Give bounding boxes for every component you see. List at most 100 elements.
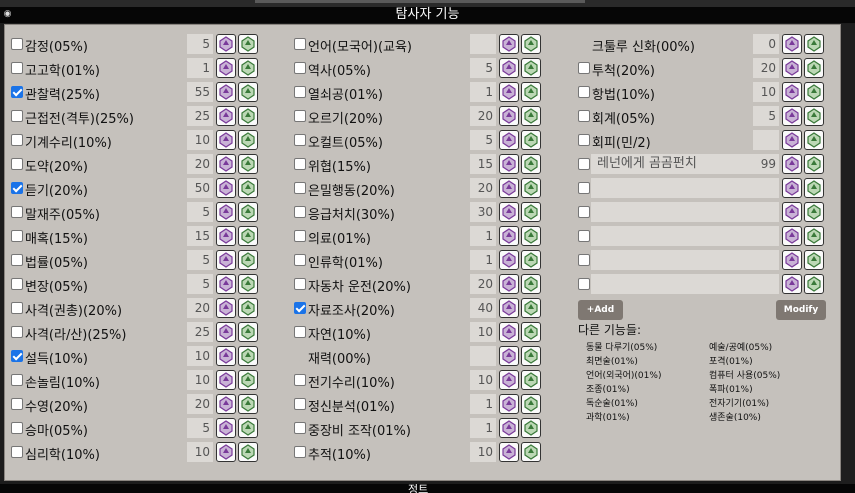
roll-die-purple-icon[interactable] <box>499 274 519 294</box>
skill-value[interactable]: 10 <box>187 130 213 150</box>
skill-checkbox[interactable] <box>294 110 306 122</box>
eye-icon[interactable]: ◉ <box>2 9 13 20</box>
roll-die-purple-icon[interactable] <box>499 82 519 102</box>
skill-checkbox[interactable] <box>294 38 306 50</box>
skill-value[interactable]: 10 <box>470 322 496 342</box>
skill-checkbox[interactable] <box>294 446 306 458</box>
roll-die-green-icon[interactable] <box>238 34 258 54</box>
custom-skill-checkbox[interactable] <box>578 206 590 218</box>
roll-die-green-icon[interactable] <box>521 442 541 462</box>
roll-die-purple-icon[interactable] <box>782 226 802 246</box>
roll-die-purple-icon[interactable] <box>782 178 802 198</box>
roll-die-green-icon[interactable] <box>521 370 541 390</box>
roll-die-purple-icon[interactable] <box>216 178 236 198</box>
skill-value[interactable]: 5 <box>470 58 496 78</box>
roll-die-green-icon[interactable] <box>238 274 258 294</box>
skill-checkbox[interactable] <box>11 446 23 458</box>
skill-value[interactable]: 10 <box>187 346 213 366</box>
custom-skill-value[interactable]: 99 <box>753 154 779 174</box>
skill-value[interactable]: 0 <box>753 34 779 54</box>
roll-die-purple-icon[interactable] <box>216 346 236 366</box>
skill-checkbox[interactable] <box>11 350 23 362</box>
skill-value[interactable]: 25 <box>187 106 213 126</box>
roll-die-green-icon[interactable] <box>238 442 258 462</box>
custom-skill-checkbox[interactable] <box>578 254 590 266</box>
skill-value[interactable]: 5 <box>187 274 213 294</box>
add-skill-button[interactable]: +Add <box>578 300 623 320</box>
skill-checkbox[interactable] <box>578 134 590 146</box>
skill-value[interactable]: 20 <box>470 178 496 198</box>
skill-value[interactable]: 5 <box>187 34 213 54</box>
roll-die-green-icon[interactable] <box>238 394 258 414</box>
skill-checkbox[interactable] <box>11 254 23 266</box>
roll-die-purple-icon[interactable] <box>216 106 236 126</box>
roll-die-purple-icon[interactable] <box>782 58 802 78</box>
roll-die-green-icon[interactable] <box>804 250 824 270</box>
roll-die-green-icon[interactable] <box>804 274 824 294</box>
roll-die-purple-icon[interactable] <box>499 394 519 414</box>
skill-checkbox[interactable] <box>11 38 23 50</box>
skill-checkbox[interactable] <box>294 86 306 98</box>
roll-die-purple-icon[interactable] <box>782 82 802 102</box>
skill-value[interactable]: 40 <box>470 298 496 318</box>
skill-checkbox[interactable] <box>11 110 23 122</box>
roll-die-green-icon[interactable] <box>804 82 824 102</box>
skill-checkbox[interactable] <box>11 86 23 98</box>
roll-die-green-icon[interactable] <box>238 370 258 390</box>
roll-die-green-icon[interactable] <box>238 106 258 126</box>
skill-checkbox[interactable] <box>294 158 306 170</box>
roll-die-purple-icon[interactable] <box>782 202 802 222</box>
skill-value[interactable]: 1 <box>470 394 496 414</box>
roll-die-purple-icon[interactable] <box>782 34 802 54</box>
skill-value[interactable]: 5 <box>187 250 213 270</box>
custom-skill-name-input[interactable] <box>591 274 754 294</box>
custom-skill-name-input[interactable] <box>591 202 754 222</box>
skill-value[interactable]: 5 <box>187 202 213 222</box>
skill-checkbox[interactable] <box>11 62 23 74</box>
roll-die-green-icon[interactable] <box>804 130 824 150</box>
custom-skill-value[interactable] <box>753 178 779 198</box>
skill-value[interactable]: 20 <box>187 394 213 414</box>
skill-checkbox[interactable] <box>294 398 306 410</box>
roll-die-purple-icon[interactable] <box>216 250 236 270</box>
modify-button[interactable]: Modify <box>776 300 826 320</box>
roll-die-purple-icon[interactable] <box>216 394 236 414</box>
roll-die-green-icon[interactable] <box>238 58 258 78</box>
roll-die-purple-icon[interactable] <box>216 154 236 174</box>
skill-checkbox[interactable] <box>294 422 306 434</box>
skill-value[interactable]: 10 <box>187 442 213 462</box>
roll-die-green-icon[interactable] <box>521 274 541 294</box>
skill-checkbox[interactable] <box>294 254 306 266</box>
roll-die-green-icon[interactable] <box>521 106 541 126</box>
roll-die-purple-icon[interactable] <box>499 298 519 318</box>
skill-value[interactable]: 20 <box>753 58 779 78</box>
skill-value[interactable]: 1 <box>470 418 496 438</box>
skill-value[interactable]: 15 <box>187 226 213 246</box>
custom-skill-value[interactable] <box>753 250 779 270</box>
skill-value[interactable]: 1 <box>187 58 213 78</box>
roll-die-green-icon[interactable] <box>238 130 258 150</box>
skill-value[interactable]: 10 <box>470 442 496 462</box>
roll-die-purple-icon[interactable] <box>216 442 236 462</box>
custom-skill-checkbox[interactable] <box>578 182 590 194</box>
roll-die-green-icon[interactable] <box>804 226 824 246</box>
skill-checkbox[interactable] <box>11 158 23 170</box>
skill-checkbox[interactable] <box>578 62 590 74</box>
roll-die-purple-icon[interactable] <box>499 442 519 462</box>
skill-value[interactable]: 20 <box>187 154 213 174</box>
skill-value[interactable]: 30 <box>470 202 496 222</box>
roll-die-purple-icon[interactable] <box>499 154 519 174</box>
roll-die-purple-icon[interactable] <box>499 106 519 126</box>
skill-checkbox[interactable] <box>11 278 23 290</box>
roll-die-green-icon[interactable] <box>804 106 824 126</box>
skill-value[interactable]: 20 <box>470 274 496 294</box>
roll-die-green-icon[interactable] <box>804 58 824 78</box>
roll-die-purple-icon[interactable] <box>216 226 236 246</box>
skill-checkbox[interactable] <box>11 134 23 146</box>
skill-value[interactable]: 1 <box>470 250 496 270</box>
roll-die-purple-icon[interactable] <box>499 34 519 54</box>
skill-value[interactable]: 55 <box>187 82 213 102</box>
skill-checkbox[interactable] <box>11 182 23 194</box>
skill-value[interactable] <box>753 130 779 150</box>
roll-die-green-icon[interactable] <box>521 226 541 246</box>
